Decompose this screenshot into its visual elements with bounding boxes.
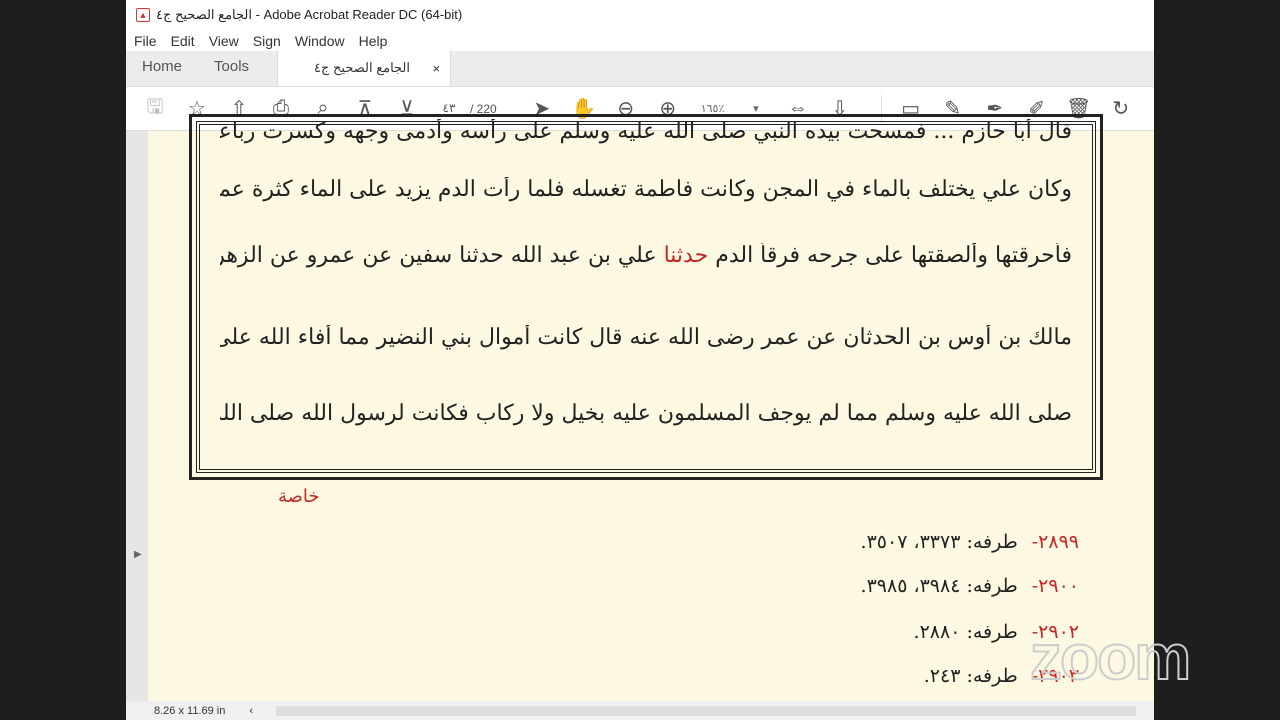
ref-value: ٣٣٧٣، ٣٥٠٧.: [860, 531, 961, 553]
tab-bar: Home Tools الجامع الصحيح ج٤ ×: [126, 50, 1154, 87]
tab-document[interactable]: الجامع الصحيح ج٤ ×: [277, 50, 452, 86]
zoom-select[interactable]: ١٦٥٪ ▾: [694, 102, 765, 116]
text-segment: علي بن عبد الله حدثنا سفين عن عمرو عن ال…: [220, 243, 657, 268]
document-area[interactable]: ▶ قال أبا حازم ... فمسحت بيده النبي صلى …: [126, 114, 1154, 701]
ref-number: ٢٩٠٠-: [1031, 575, 1079, 597]
tab-home[interactable]: Home: [126, 50, 198, 86]
ref-value: ٣٩٨٤، ٣٩٨٥.: [860, 575, 961, 597]
chevron-down-icon: ▾: [753, 102, 759, 115]
text-line: قال أبا حازم ... فمسحت بيده النبي صلى ال…: [220, 119, 1072, 144]
pdf-page: قال أبا حازم ... فمسحت بيده النبي صلى ال…: [148, 114, 1154, 701]
ref-value: ٢٨٨٠.: [913, 621, 961, 643]
title-bar: ▲ الجامع الصحيح ج٤ - Adobe Acrobat Reade…: [126, 0, 1154, 30]
expand-panel-icon[interactable]: ▶: [134, 549, 142, 560]
reference-line: ٢٩٠٠- طرفه: ٣٩٨٤، ٣٩٨٥.: [861, 575, 1079, 597]
menu-window[interactable]: Window: [295, 33, 345, 49]
ref-number: ٢٨٩٩-: [1031, 531, 1079, 553]
bookmark-star-icon[interactable]: ☆: [182, 94, 212, 124]
menu-edit[interactable]: Edit: [171, 33, 195, 49]
zoom-watermark: zoom: [1029, 620, 1192, 694]
page-total: / 220: [470, 101, 497, 116]
text-line: مالك بن أوس بن الحدثان عن عمر رضى الله ع…: [220, 325, 1072, 350]
menu-help[interactable]: Help: [359, 33, 388, 49]
horizontal-scrollbar[interactable]: [276, 706, 1136, 716]
text-line: فأحرقتها وألصقتها على جرحه فرقأ الدم حدث…: [220, 243, 1072, 268]
ref-label: طرفه:: [966, 575, 1018, 597]
tab-tools[interactable]: Tools: [198, 50, 265, 86]
zoom-value: ١٦٥٪: [700, 102, 725, 115]
status-bar: 8.26 x 11.69 in ‹: [126, 701, 1154, 720]
ref-label: طرفه:: [966, 621, 1018, 643]
rotate-icon[interactable]: ↻: [1106, 94, 1136, 124]
page-navigator: ٤٣ / 220: [434, 101, 497, 116]
page-number-input[interactable]: ٤٣: [434, 101, 464, 116]
text-line: صلى الله عليه وسلم مما لم يوجف المسلمون …: [220, 401, 1072, 426]
close-tab-icon[interactable]: ×: [432, 61, 440, 76]
margin-note: خاصة: [278, 486, 320, 507]
menu-file[interactable]: File: [134, 33, 157, 49]
text-frame: قال أبا حازم ... فمسحت بيده النبي صلى ال…: [189, 114, 1103, 480]
text-line: وكان علي يختلف بالماء في المجن وكانت فاط…: [220, 177, 1072, 202]
menu-sign[interactable]: Sign: [253, 33, 281, 49]
hadith-heading: حدثنا: [663, 243, 709, 268]
acrobat-icon: ▲: [136, 8, 150, 22]
ref-label: طرفه:: [966, 665, 1018, 687]
scroll-left-icon[interactable]: ‹: [249, 705, 253, 717]
page-size: 8.26 x 11.69 in: [154, 704, 226, 717]
tab-document-label: الجامع الصحيح ج٤: [314, 60, 411, 75]
menu-view[interactable]: View: [209, 33, 239, 49]
menu-bar: File Edit View Sign Window Help: [126, 30, 1154, 51]
ref-value: ٢٤٣.: [923, 665, 961, 687]
save-icon[interactable]: 🖫: [140, 94, 170, 124]
acrobat-window: ▲ الجامع الصحيح ج٤ - Adobe Acrobat Reade…: [126, 0, 1154, 720]
ref-label: طرفه:: [966, 531, 1018, 553]
text-segment: فأحرقتها وألصقتها على جرحه فرقأ الدم: [708, 243, 1072, 268]
reference-line: ٢٨٩٩- طرفه: ٣٣٧٣، ٣٥٠٧.: [861, 531, 1079, 553]
window-title: الجامع الصحيح ج٤ - Adobe Acrobat Reader …: [156, 7, 463, 22]
